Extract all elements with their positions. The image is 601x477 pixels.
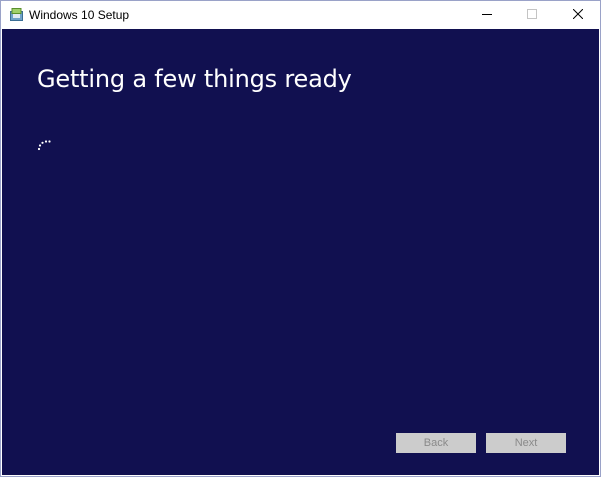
maximize-icon — [526, 6, 537, 24]
maximize-button[interactable] — [509, 1, 554, 29]
setup-window: Windows 10 Setup Getting a few things re… — [0, 0, 601, 477]
next-button[interactable]: Next — [486, 433, 566, 453]
close-icon — [572, 6, 583, 24]
window-title: Windows 10 Setup — [29, 8, 130, 22]
setup-content: Getting a few things ready Back Next — [2, 29, 599, 475]
close-button[interactable] — [555, 1, 600, 29]
setup-disc-icon — [10, 8, 23, 21]
title-bar[interactable]: Windows 10 Setup — [1, 1, 600, 29]
page-title: Getting a few things ready — [37, 65, 352, 93]
loading-spinner-icon — [35, 135, 55, 155]
back-button[interactable]: Back — [396, 433, 476, 453]
minimize-icon — [481, 6, 492, 24]
minimize-button[interactable] — [464, 1, 509, 29]
